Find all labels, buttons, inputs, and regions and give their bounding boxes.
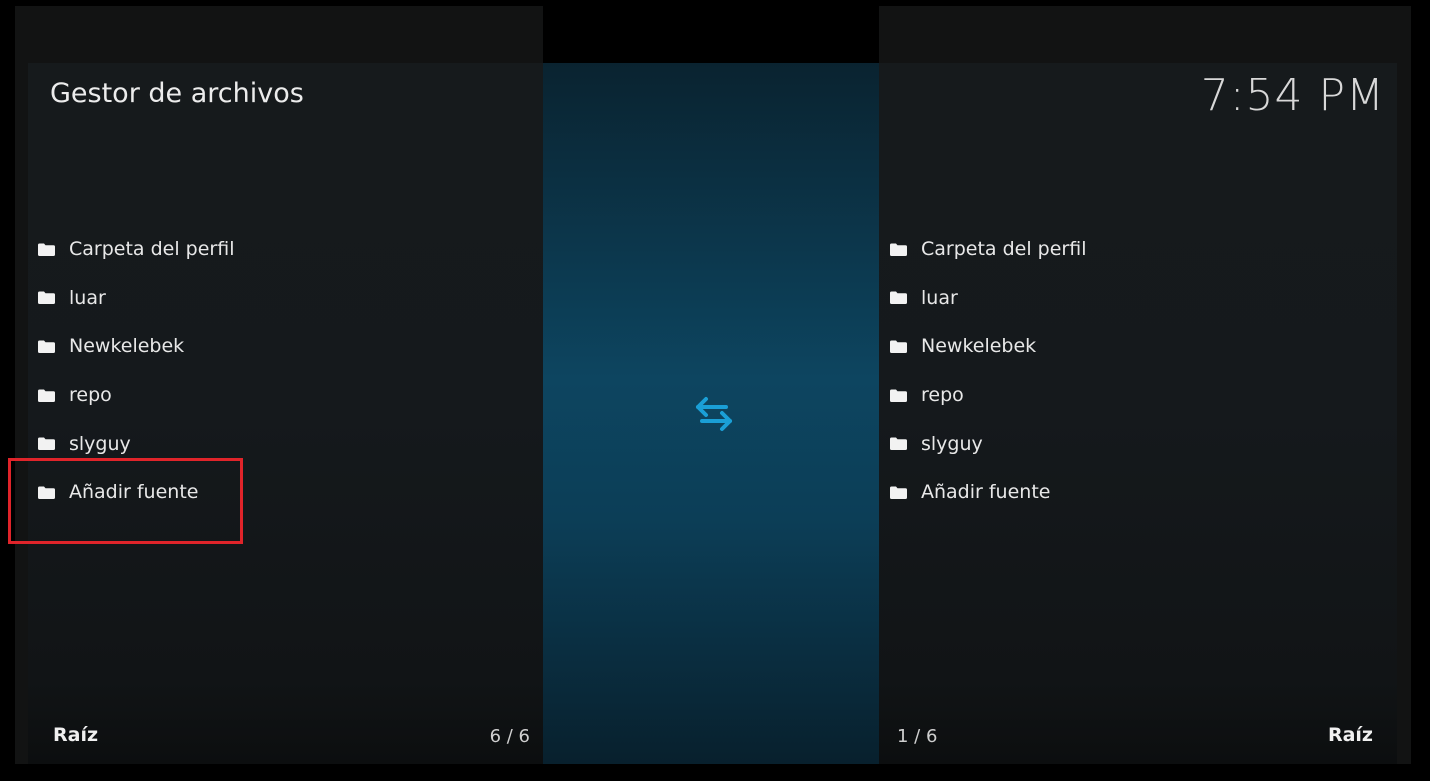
folder-icon bbox=[38, 389, 55, 402]
list-item[interactable]: Newkelebek bbox=[890, 322, 1370, 371]
folder-icon bbox=[890, 340, 907, 353]
list-item[interactable]: repo bbox=[38, 371, 518, 420]
list-item-label: Newkelebek bbox=[921, 335, 1037, 358]
list-item-label: repo bbox=[921, 384, 964, 407]
list-item[interactable]: luar bbox=[890, 274, 1370, 323]
list-item-label: Añadir fuente bbox=[921, 481, 1051, 504]
folder-icon bbox=[38, 291, 55, 305]
right-item-counter: 1 / 6 bbox=[897, 726, 938, 747]
folder-icon bbox=[890, 437, 907, 451]
list-item[interactable]: repo bbox=[890, 371, 1370, 420]
right-file-list: Carpeta del perfil luar Newkelebek repo … bbox=[890, 225, 1370, 517]
list-item-label: Carpeta del perfil bbox=[69, 238, 235, 261]
swap-arrows-icon[interactable] bbox=[692, 394, 736, 434]
folder-icon bbox=[890, 243, 907, 256]
list-item-label: luar bbox=[921, 286, 958, 309]
highlight-box bbox=[8, 458, 243, 544]
page-title: Gestor de archivos bbox=[50, 78, 304, 109]
folder-icon bbox=[890, 389, 907, 402]
list-item[interactable]: luar bbox=[38, 274, 518, 323]
list-item[interactable]: slyguy bbox=[890, 419, 1370, 468]
file-manager-screen: Gestor de archivos 7:54 PM Carpeta del p… bbox=[0, 0, 1430, 781]
list-item[interactable]: Carpeta del perfil bbox=[38, 225, 518, 274]
list-item-add-source[interactable]: Añadir fuente bbox=[890, 468, 1370, 517]
list-item[interactable]: Newkelebek bbox=[38, 322, 518, 371]
folder-icon bbox=[38, 243, 55, 256]
left-item-counter: 6 / 6 bbox=[489, 726, 530, 747]
list-item-label: Carpeta del perfil bbox=[921, 238, 1087, 261]
list-item-label: Newkelebek bbox=[69, 335, 185, 358]
list-item-label: slyguy bbox=[921, 432, 983, 455]
left-location-label: Raíz bbox=[53, 724, 99, 746]
right-location-label: Raíz bbox=[1327, 724, 1373, 746]
folder-icon bbox=[38, 437, 55, 451]
list-item-label: luar bbox=[69, 286, 106, 309]
folder-icon bbox=[890, 291, 907, 305]
list-item[interactable]: Carpeta del perfil bbox=[890, 225, 1370, 274]
folder-icon bbox=[890, 486, 907, 499]
list-item-label: slyguy bbox=[69, 432, 131, 455]
list-item-label: repo bbox=[69, 384, 112, 407]
folder-icon bbox=[38, 340, 55, 353]
clock: 7:54 PM bbox=[1200, 70, 1385, 121]
